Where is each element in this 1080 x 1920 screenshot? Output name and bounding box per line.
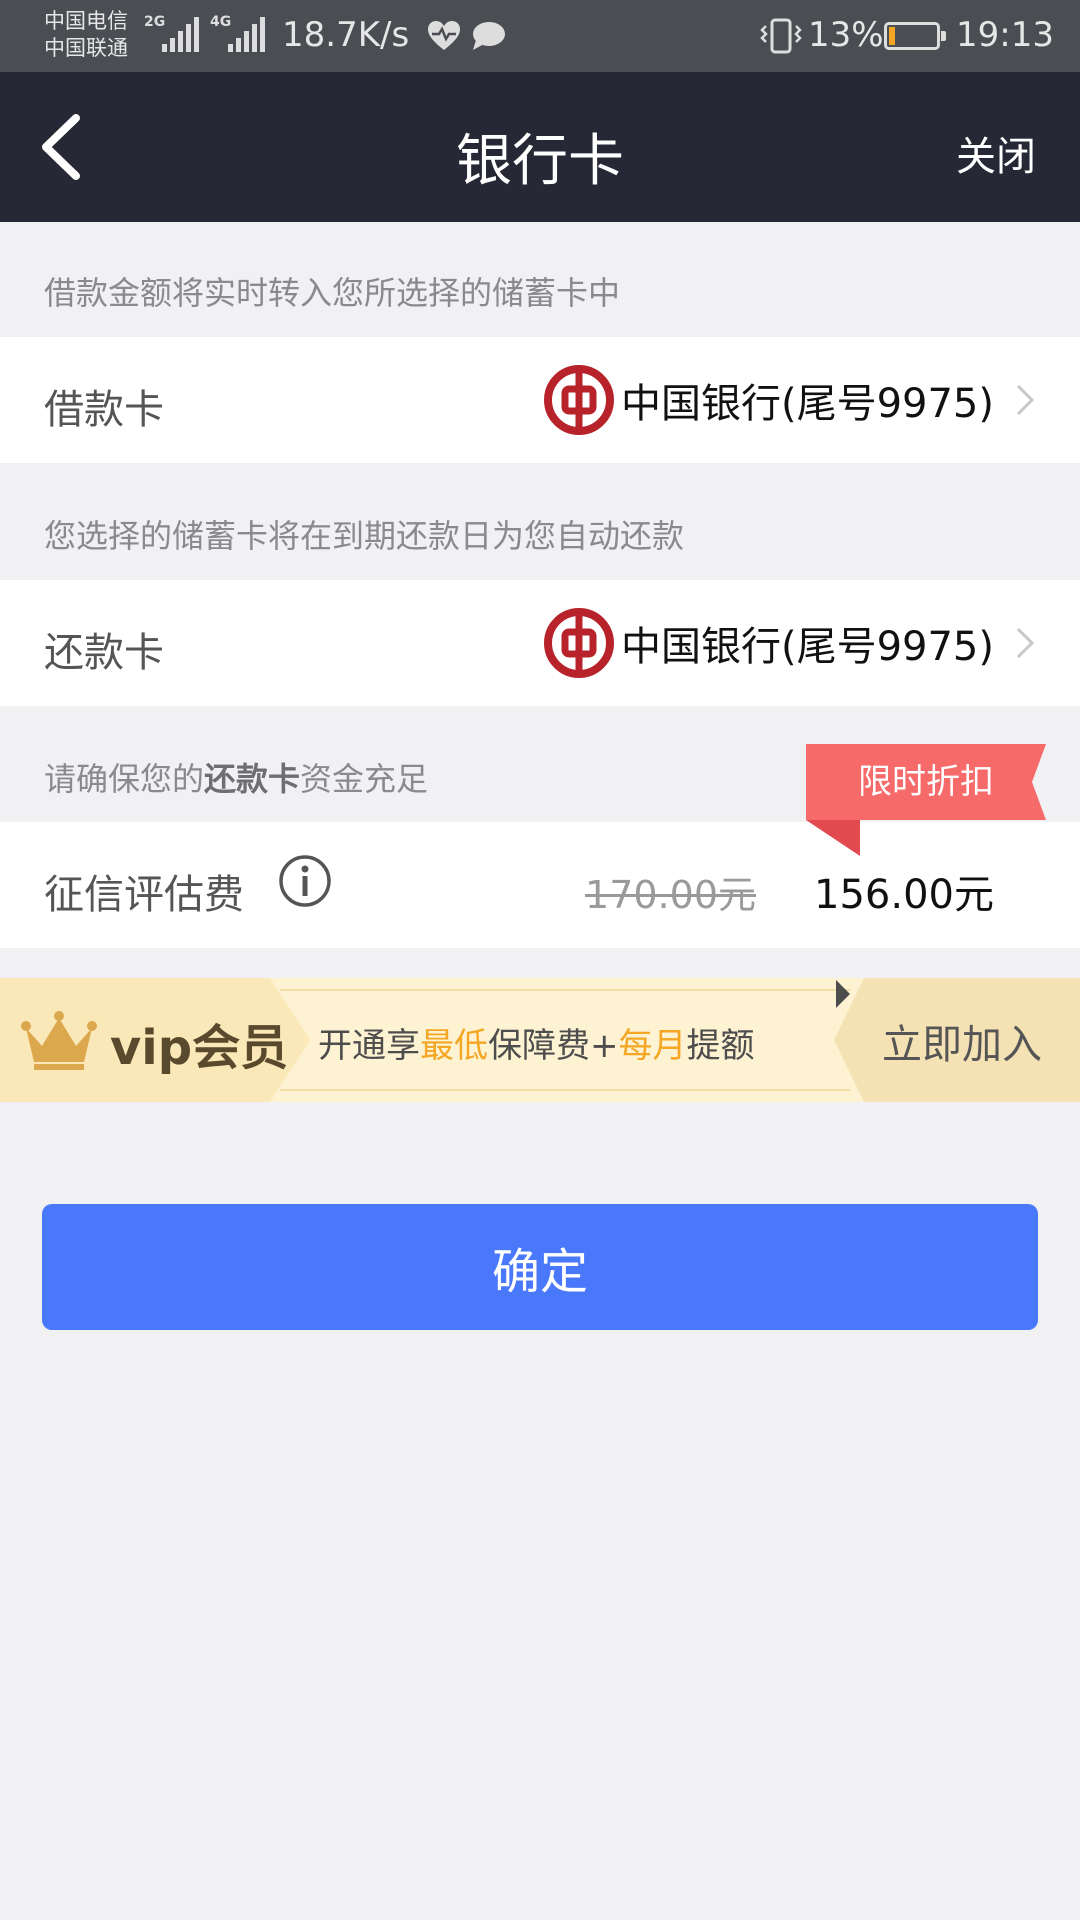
chevron-right-icon [1016, 384, 1035, 416]
repay-card-hint: 您选择的储蓄卡将在到期还款日为您自动还款 [44, 517, 685, 555]
chevron-right-icon [1016, 627, 1035, 659]
vip-title: vip会员 [110, 1020, 289, 1076]
fee-hint: 请确保您的还款卡资金充足 [44, 760, 429, 798]
close-button[interactable]: 关闭 [956, 124, 1036, 182]
limited-discount-text: 限时折扣 [858, 762, 994, 802]
repay-card-bank-name: 中国银行(尾号9975) [620, 624, 994, 670]
confirm-button[interactable]: 确定 [42, 1204, 1038, 1330]
discount-price: 156.00元 [814, 872, 994, 918]
bank-of-china-logo-icon [543, 608, 614, 678]
repay-card-row[interactable]: 还款卡 中国银行(尾号9975) [0, 580, 1080, 706]
repay-card-bank: 中国银行(尾号9975) [543, 606, 994, 680]
borrow-card-hint: 借款金额将实时转入您所选择的储蓄卡中 [44, 274, 621, 312]
borrow-card-row[interactable]: 借款卡 中国银行(尾号9975) [0, 337, 1080, 463]
original-price: 170.00元 [585, 873, 756, 917]
borrow-card-label: 借款卡 [44, 387, 164, 433]
carrier-1: 中国电信 [44, 9, 128, 33]
status-bar: 中国电信 中国联通 2G 4G 18.7K/s 13% 19:13 [0, 0, 1080, 72]
network-speed: 18.7K/s [282, 15, 410, 55]
vip-banner[interactable]: vip会员 开通享最低保障费+每月提额 立即加入 [0, 978, 1080, 1102]
vibrate-icon [760, 18, 802, 54]
credit-fee-label: 征信评估费 [44, 872, 244, 918]
repay-card-label: 还款卡 [44, 630, 164, 676]
nav-bar: 银行卡 关闭 [0, 72, 1080, 222]
carrier-2: 中国联通 [44, 36, 128, 60]
signal-icon-1 [162, 17, 199, 52]
borrow-card-bank: 中国银行(尾号9975) [543, 363, 994, 437]
crown-icon [21, 1011, 97, 1070]
triangle-right-icon [836, 980, 850, 1008]
page-title: 银行卡 [456, 129, 624, 194]
battery-percent: 13% [808, 15, 884, 55]
join-now-label: 立即加入 [882, 1023, 1042, 1067]
limited-discount-tag: 限时折扣 [806, 744, 1048, 822]
battery-icon [884, 22, 946, 50]
vip-slogan: 开通享最低保障费+每月提额 [318, 1026, 755, 1066]
join-now-button[interactable]: 立即加入 [834, 978, 1080, 1102]
status-time: 19:13 [956, 15, 1054, 55]
chat-icon [473, 22, 505, 50]
bank-of-china-logo-icon [543, 365, 614, 435]
credit-fee-row: 征信评估费 170.00元 156.00元 [0, 822, 1080, 948]
info-icon[interactable] [278, 854, 332, 908]
carrier-names: 中国电信 中国联通 [44, 8, 128, 62]
tag-ribbon-fold-icon [806, 820, 860, 856]
borrow-card-bank-name: 中国银行(尾号9975) [620, 381, 994, 427]
health-icon [428, 21, 460, 50]
signal-icon-2 [228, 17, 265, 52]
